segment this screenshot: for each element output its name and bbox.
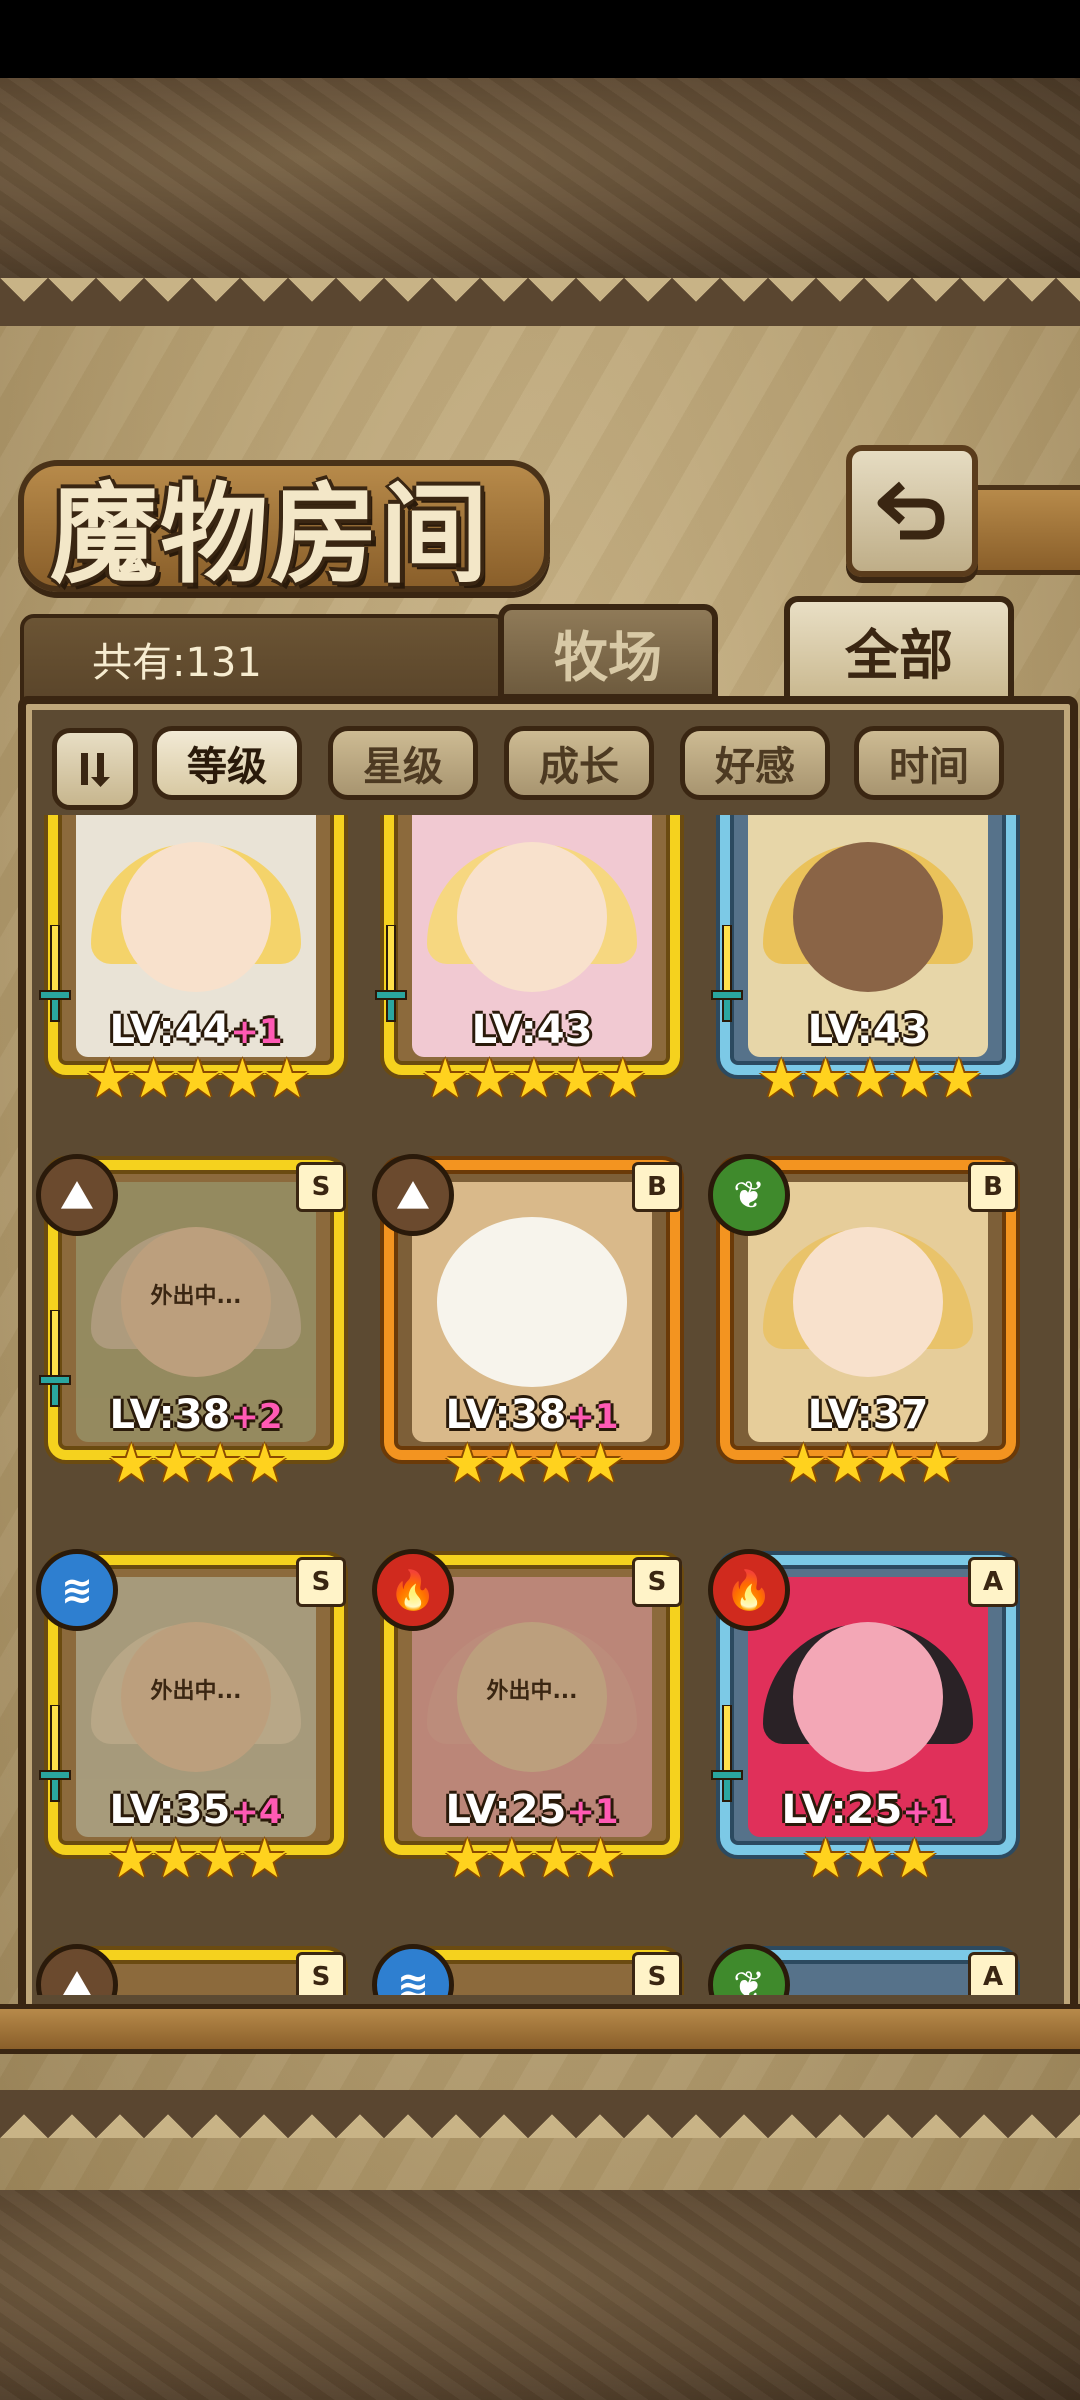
rarity-badge: A — [968, 1952, 1018, 1995]
monster-card[interactable]: ❦ A — [708, 1944, 1028, 1995]
status-bar — [0, 0, 1080, 78]
rarity-badge: B — [632, 1162, 682, 1212]
monster-card[interactable]: 外出中... ≋ S LV:35+4 ★★★★ — [36, 1549, 356, 1905]
rarity-badge: A — [968, 1557, 1018, 1607]
monster-card[interactable]: 外出中... 🔥 S LV:25+1 ★★★★ — [372, 1549, 692, 1905]
outing-status: 外出中... — [486, 1679, 578, 1704]
star-rating: ★★★★★ — [420, 1047, 647, 1110]
star-rating: ★★★★ — [107, 1432, 289, 1495]
star-rating: ★★★★ — [443, 1432, 625, 1495]
filter-star-button[interactable]: 星级 — [328, 726, 478, 800]
tab-all[interactable]: 全部 — [784, 596, 1014, 704]
monster-count: 共有:131 — [92, 640, 262, 686]
panel-bottom-rail — [0, 2004, 1080, 2054]
torn-edge-top — [0, 278, 1080, 326]
map-background-bottom — [0, 2190, 1080, 2400]
page-title: 魔物房间 — [50, 472, 491, 598]
sort-order-toggle[interactable] — [52, 728, 138, 810]
star-rating: ★★★★★ — [756, 1047, 983, 1110]
outing-status: 外出中... — [150, 1679, 242, 1704]
monster-card[interactable]: ⛰ B LV:38+1 ★★★★ — [372, 1154, 692, 1510]
monster-card[interactable]: ❦ B LV:37 ★★★★ — [708, 1154, 1028, 1510]
rarity-badge: S — [632, 1952, 682, 1995]
earth-element-icon: ⛰ — [372, 1154, 454, 1236]
star-rating: ★★★ — [801, 1827, 938, 1890]
monster-card[interactable]: 🔥 A LV:25+1 ★★★ — [708, 1549, 1028, 1905]
rarity-badge: B — [968, 1162, 1018, 1212]
torn-edge-bottom — [0, 2090, 1080, 2138]
return-arrow-icon — [877, 481, 945, 540]
monster-card[interactable]: ≋ S — [372, 1944, 692, 1995]
rarity-badge: S — [296, 1952, 346, 1995]
wood-element-icon: ❦ — [708, 1154, 790, 1236]
star-rating: ★★★★ — [443, 1827, 625, 1890]
star-rating: ★★★★ — [107, 1827, 289, 1890]
monster-card[interactable]: ⛰ S — [36, 1944, 356, 1995]
outing-status: 外出中... — [150, 1284, 242, 1309]
monster-card[interactable]: LV:43 ★★★★★ — [372, 815, 692, 1125]
back-rail — [966, 485, 1080, 575]
filter-level-button[interactable]: 等级 — [152, 726, 302, 800]
fire-element-icon: 🔥 — [372, 1549, 454, 1631]
map-background-top — [0, 78, 1080, 278]
back-button[interactable] — [846, 445, 978, 577]
sort-order-icon — [81, 753, 110, 787]
star-rating: ★★★★ — [779, 1432, 961, 1495]
fire-element-icon: 🔥 — [708, 1549, 790, 1631]
filter-affection-button[interactable]: 好感 — [680, 726, 830, 800]
monster-grid: LV:44+1 ★★★★★ LV:43 ★★★★★ LV:43 ★★★★★ 外出… — [36, 815, 1044, 1995]
tab-ranch[interactable]: 牧场 — [498, 604, 718, 700]
monster-card[interactable]: LV:44+1 ★★★★★ — [36, 815, 356, 1125]
filter-time-button[interactable]: 时间 — [854, 726, 1004, 800]
rarity-badge: S — [296, 1557, 346, 1607]
water-element-icon: ≋ — [36, 1549, 118, 1631]
rarity-badge: S — [296, 1162, 346, 1212]
rarity-badge: S — [632, 1557, 682, 1607]
monster-card[interactable]: LV:43 ★★★★★ — [708, 815, 1028, 1125]
star-rating: ★★★★★ — [84, 1047, 311, 1110]
monster-card[interactable]: 外出中... ⛰ S LV:38+2 ★★★★ — [36, 1154, 356, 1510]
filter-growth-button[interactable]: 成长 — [504, 726, 654, 800]
earth-element-icon: ⛰ — [36, 1154, 118, 1236]
